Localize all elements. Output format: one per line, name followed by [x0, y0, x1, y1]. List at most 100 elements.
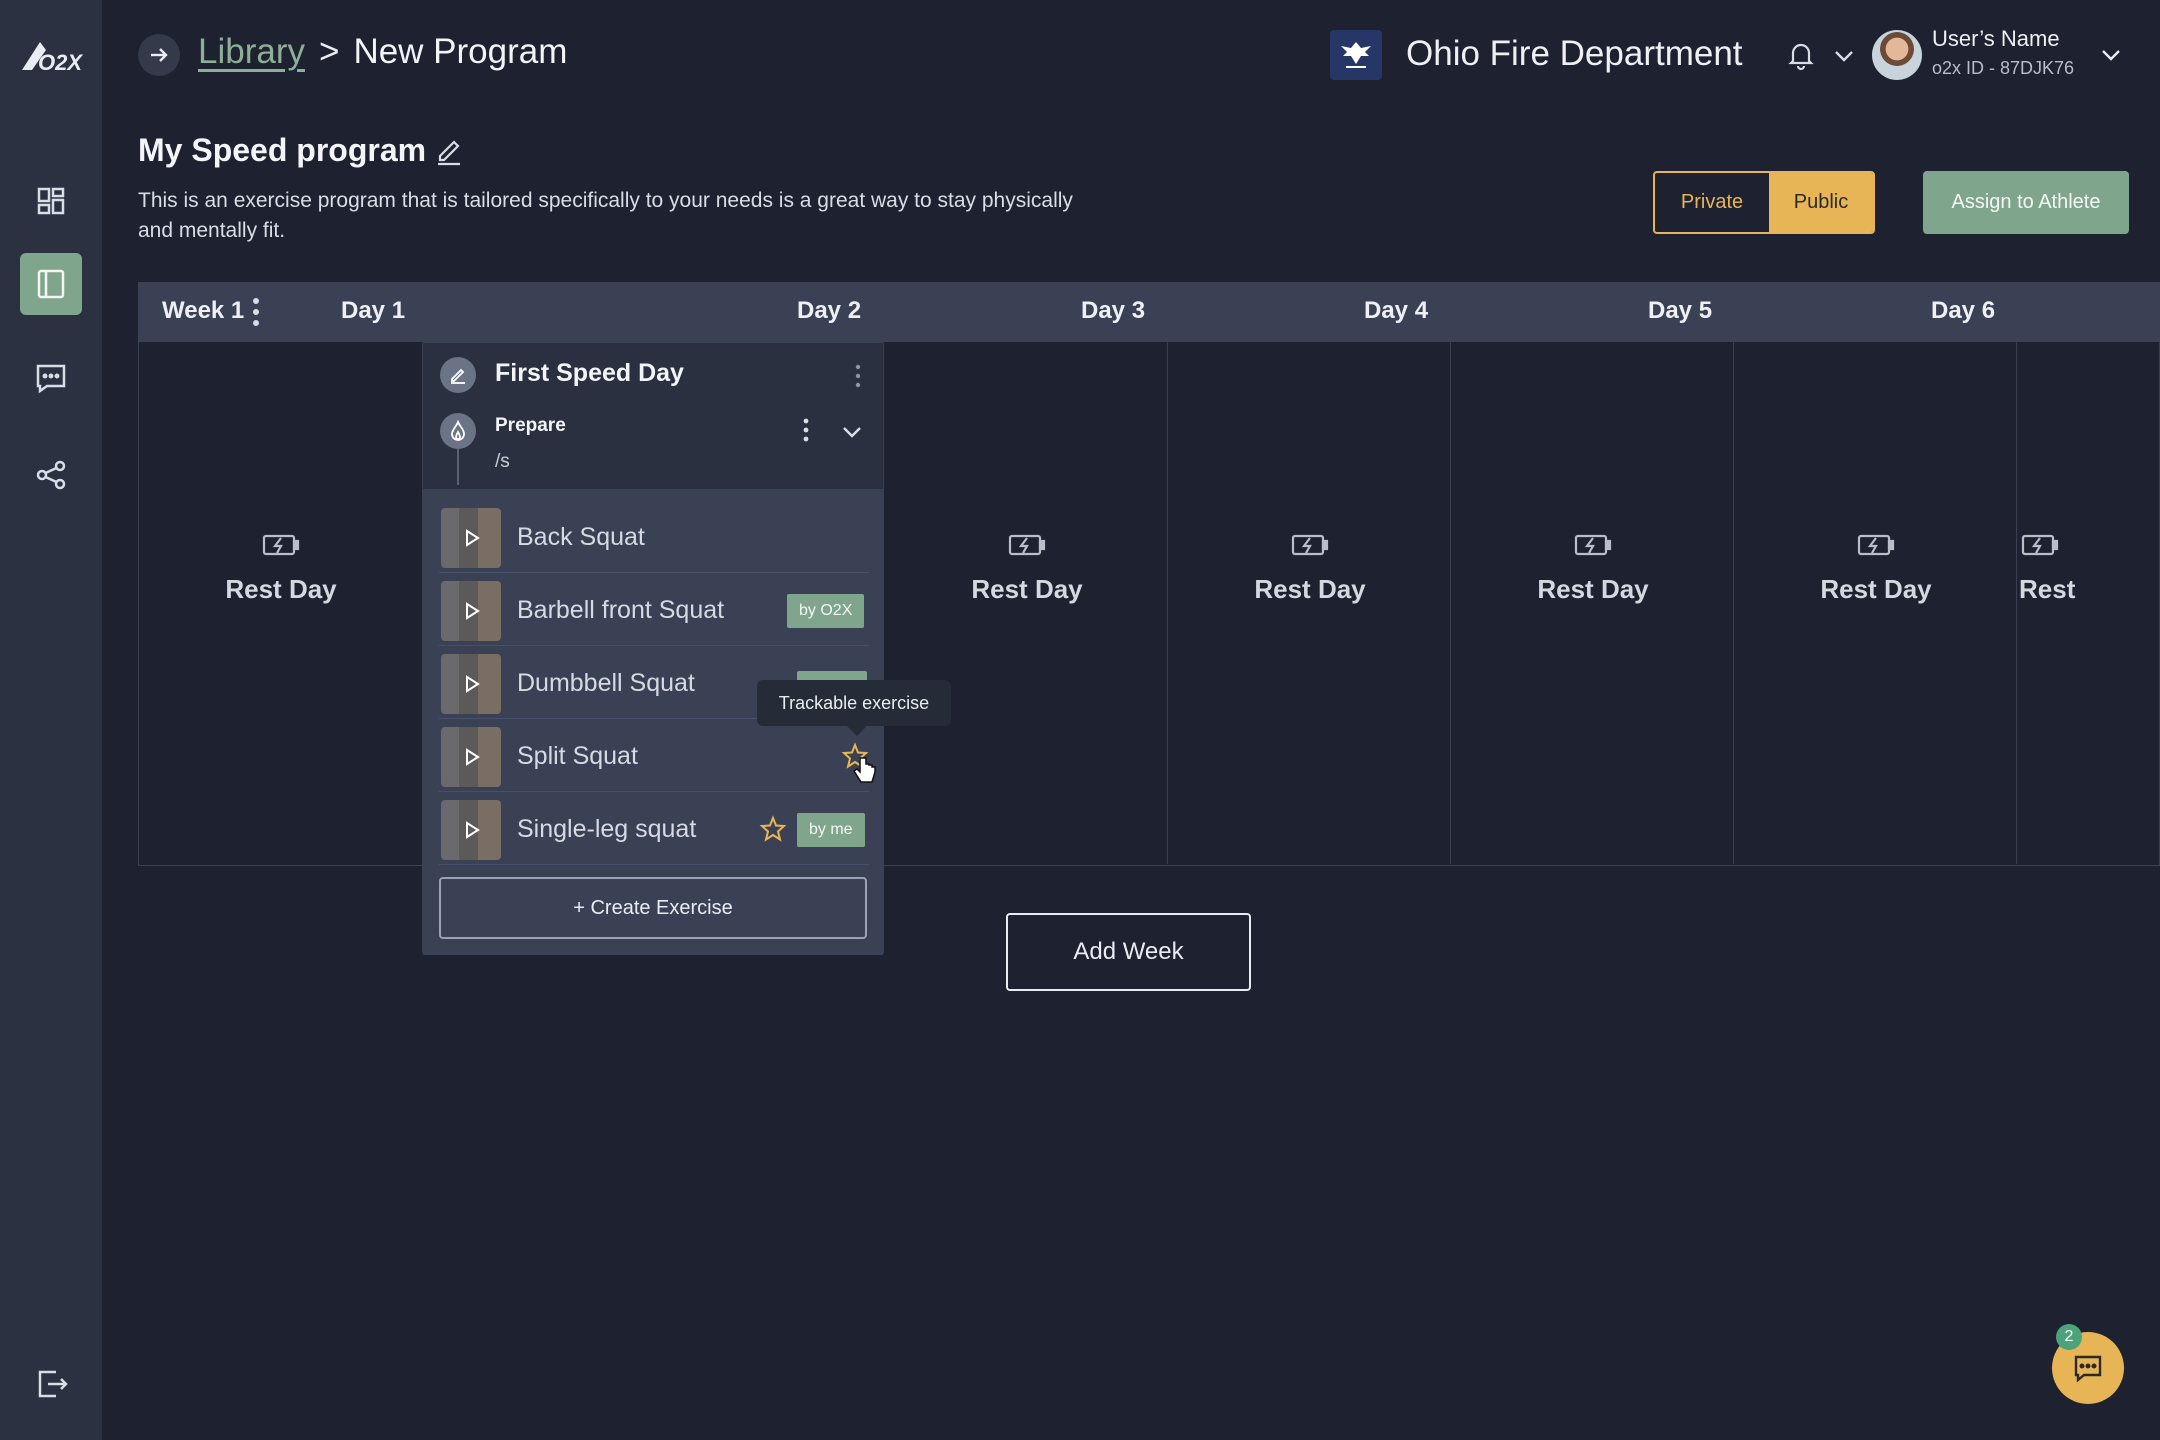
exercise-name: Barbell front Squat	[517, 596, 725, 624]
messages-icon	[36, 364, 66, 394]
user-name: User’s Name	[1932, 26, 2060, 51]
org-logo	[1330, 30, 1382, 80]
nav-dashboard[interactable]	[20, 170, 82, 232]
exercise-name: Split Squat	[517, 742, 638, 770]
block-connector	[457, 449, 459, 485]
rest-day: Rest Day	[1168, 532, 1452, 605]
rest-day: Rest Day	[139, 532, 423, 605]
arrow-right-icon	[151, 48, 168, 62]
assign-to-athlete-button[interactable]: Assign to Athlete	[1923, 171, 2129, 234]
week-label: Week 1	[162, 297, 245, 324]
play-icon	[466, 821, 480, 839]
exercise-thumbnail	[441, 800, 501, 860]
user-id: o2x ID - 87DJK76	[1932, 58, 2075, 78]
add-week-button[interactable]: Add Week	[1006, 913, 1251, 991]
rest-day: Rest	[2017, 532, 2160, 605]
o2x-logo[interactable]: O2X	[18, 36, 84, 76]
play-icon	[466, 675, 480, 693]
list-item[interactable]: Back Squat	[439, 501, 869, 573]
pencil-icon[interactable]	[440, 357, 476, 393]
rest-day: Rest Day	[885, 532, 1169, 605]
battery-charging-icon	[1008, 534, 1046, 556]
dashboard-icon	[37, 187, 65, 215]
create-exercise-button[interactable]: + Create Exercise	[439, 877, 867, 939]
rest-day-label: Rest	[2019, 574, 2076, 604]
day-label: Day 2	[797, 297, 862, 324]
rest-day-label: Rest Day	[1820, 574, 1932, 604]
eagle-emblem-icon	[1341, 42, 1371, 68]
nav-library[interactable]	[20, 253, 82, 315]
public-option[interactable]: Public	[1769, 173, 1873, 232]
library-icon	[37, 269, 65, 299]
pencil-icon[interactable]	[432, 132, 466, 166]
svg-text:O2X: O2X	[38, 50, 83, 75]
list-item[interactable]: Barbell front Squat by O2X	[439, 574, 869, 646]
breadcrumb-current: New Program	[353, 32, 568, 71]
org-name[interactable]: Ohio Fire Department	[1406, 34, 1743, 74]
rest-day-label: Rest Day	[971, 574, 1083, 604]
tooltip: Trackable exercise	[757, 680, 951, 736]
exercise-thumbnail	[441, 654, 501, 714]
block-title: Prepare	[495, 415, 566, 436]
block-subtitle: /s	[495, 451, 510, 472]
play-icon	[466, 602, 480, 620]
play-icon	[466, 748, 480, 766]
battery-charging-icon	[1574, 534, 1612, 556]
rest-day: Rest Day	[1734, 532, 2018, 605]
flame-icon	[440, 413, 476, 449]
session-header: First Speed Day Prepare /s	[423, 343, 883, 489]
exercise-thumbnail	[441, 727, 501, 787]
day-label: Day 6	[1931, 297, 1996, 324]
rest-day-label: Rest Day	[1537, 574, 1649, 604]
rest-day-label: Rest Day	[1254, 574, 1366, 604]
visibility-toggle: Private Public	[1653, 171, 1875, 234]
author-badge: by me	[797, 813, 865, 847]
back-button[interactable]	[138, 34, 180, 76]
exercise-thumbnail	[441, 581, 501, 641]
star-icon[interactable]	[759, 815, 787, 843]
breadcrumb-library-link[interactable]: Library	[198, 32, 305, 72]
bell-icon[interactable]	[1784, 38, 1818, 72]
battery-charging-icon	[262, 534, 300, 556]
list-item[interactable]: Single-leg squat by me	[439, 793, 869, 865]
rest-day: Rest Day	[1451, 532, 1735, 605]
avatar[interactable]	[1872, 30, 1922, 80]
week-header: Week 1 Day 1 Day 2 Day 3 Day 4 Day 5 Day…	[138, 282, 2160, 342]
kebab-icon[interactable]	[250, 296, 262, 328]
breadcrumb: Library > New Program	[198, 32, 567, 72]
author-badge: by O2X	[787, 594, 865, 628]
exercise-name: Back Squat	[517, 523, 645, 551]
play-icon	[466, 529, 480, 547]
session-title[interactable]: First Speed Day	[495, 359, 684, 388]
pointer-cursor-icon	[852, 757, 876, 783]
battery-charging-icon	[1291, 534, 1329, 556]
nav-messages[interactable]	[20, 347, 82, 409]
rest-day-label: Rest Day	[225, 574, 337, 604]
battery-charging-icon	[2021, 534, 2059, 556]
day-label: Day 3	[1081, 297, 1146, 324]
program-description: This is an exercise program that is tail…	[138, 189, 1073, 242]
chevron-down-icon[interactable]	[837, 417, 867, 447]
chat-icon	[2074, 1355, 2102, 1383]
chevron-down-icon[interactable]	[2096, 40, 2126, 70]
exercise-name: Dumbbell Squat	[517, 669, 695, 697]
private-option[interactable]: Private	[1655, 173, 1769, 232]
kebab-icon[interactable]	[801, 417, 811, 443]
chat-unread-badge: 2	[2056, 1324, 2082, 1350]
battery-charging-icon	[1857, 534, 1895, 556]
day-label: Day 4	[1364, 297, 1429, 324]
chevron-down-icon[interactable]	[1830, 42, 1858, 70]
day-label: Day 1	[341, 297, 406, 324]
program-title: My Speed program	[138, 132, 427, 168]
nav-share[interactable]	[20, 444, 82, 506]
sidebar: O2X	[0, 0, 102, 1440]
exercise-name: Single-leg squat	[517, 815, 697, 843]
day-label: Day 5	[1648, 297, 1713, 324]
share-icon	[36, 460, 66, 490]
kebab-icon[interactable]	[853, 363, 863, 389]
exercise-thumbnail	[441, 508, 501, 568]
logout-icon[interactable]	[34, 1366, 70, 1402]
session-panel: First Speed Day Prepare /s Back Squat Ba…	[422, 342, 884, 955]
breadcrumb-separator: >	[318, 32, 340, 71]
list-item[interactable]: Split Squat	[439, 720, 869, 792]
